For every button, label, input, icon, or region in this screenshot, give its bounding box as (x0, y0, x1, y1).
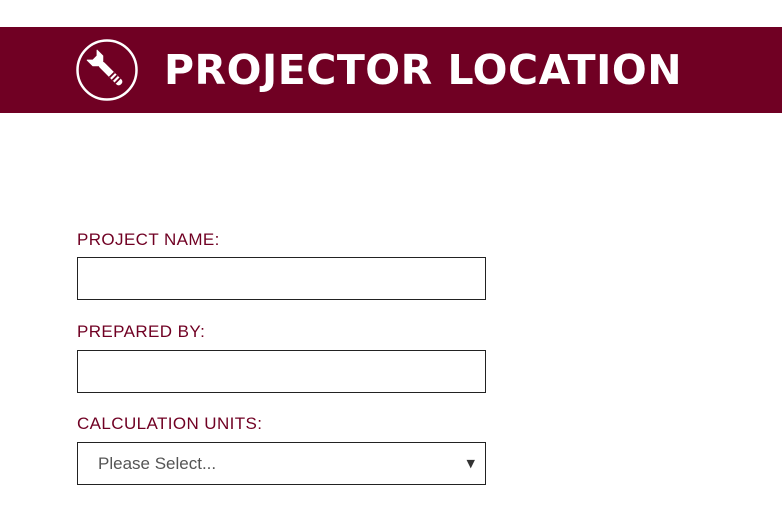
project-name-input[interactable] (77, 257, 486, 300)
page-title: PROJECTOR LOCATION (164, 46, 683, 94)
page: PROJECTOR LOCATION PROJECT NAME: PREPARE… (0, 0, 782, 531)
header-banner: PROJECTOR LOCATION (0, 27, 782, 113)
prepared-by-label: PREPARED BY: (77, 322, 206, 341)
project-name-label: PROJECT NAME: (77, 230, 220, 249)
prepared-by-input[interactable] (77, 350, 486, 393)
calculation-units-selected-value: Please Select... (98, 453, 217, 473)
chevron-down-icon: ▼ (466, 457, 475, 470)
wrench-icon (76, 39, 138, 101)
calculation-units-select[interactable]: Please Select... ▼ (77, 442, 486, 485)
calculation-units-label: CALCULATION UNITS: (77, 414, 263, 433)
